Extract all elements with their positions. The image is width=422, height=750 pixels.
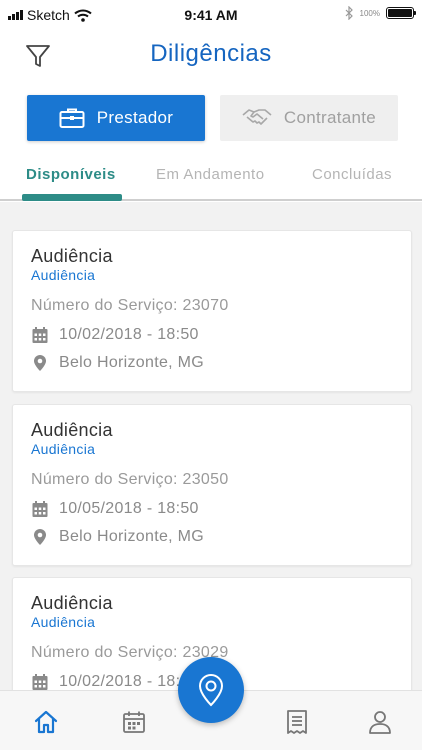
prestador-button[interactable]: Prestador (27, 95, 205, 141)
bluetooth-icon (345, 6, 353, 20)
card-title: Audiência (31, 420, 113, 440)
nav-home-button[interactable] (33, 709, 59, 735)
calendar-icon (123, 711, 145, 733)
nav-receipts-button[interactable] (284, 709, 310, 735)
status-bar: Sketch 9:41 AM 100% (0, 0, 422, 30)
battery-percent: 100% (359, 8, 380, 18)
tab-concluidas[interactable]: Concluídas (312, 166, 392, 183)
nav-calendar-button[interactable] (121, 709, 147, 735)
card-subtitle: Audiência (31, 614, 96, 630)
diligencias-list: Audiência Audiência Número do Serviço: 2… (0, 202, 422, 690)
diligencia-card[interactable]: Audiência Audiência Número do Serviço: 2… (12, 404, 412, 566)
receipt-icon (287, 710, 307, 734)
card-date-row: 10/02/2018 - 18:50 (31, 673, 199, 690)
card-datetime: 10/02/2018 - 18:50 (59, 326, 199, 343)
prestador-label: Prestador (96, 108, 174, 127)
contratante-button[interactable]: Contratante (220, 95, 398, 141)
card-subtitle: Audiência (31, 267, 96, 283)
tab-bar: Disponíveis Em Andamento Concluídas (0, 158, 422, 202)
contratante-label: Contratante (283, 108, 377, 127)
map-pin-icon (198, 673, 224, 707)
tab-disponiveis[interactable]: Disponíveis (26, 166, 116, 183)
battery-icon (386, 7, 416, 19)
location-pin-icon (31, 528, 49, 546)
card-datetime: 10/05/2018 - 18:50 (59, 500, 199, 517)
card-title: Audiência (31, 246, 113, 266)
card-subtitle: Audiência (31, 441, 96, 457)
card-title: Audiência (31, 593, 113, 613)
card-service-number: Número do Serviço: 23050 (31, 471, 229, 488)
calendar-icon (31, 673, 49, 690)
page-title: Diligências (150, 40, 272, 67)
header: Diligências Prestador Contratante Dispon… (0, 30, 422, 202)
home-icon (34, 710, 58, 734)
location-pin-icon (31, 354, 49, 372)
card-date-row: 10/02/2018 - 18:50 (31, 326, 199, 344)
tab-em-andamento[interactable]: Em Andamento (156, 166, 265, 183)
diligencia-card[interactable]: Audiência Audiência Número do Serviço: 2… (12, 230, 412, 392)
card-location: Belo Horizonte, MG (59, 354, 205, 371)
calendar-icon (31, 500, 49, 518)
briefcase-icon (59, 108, 85, 128)
status-right: 100% (344, 6, 416, 20)
nav-profile-button[interactable] (367, 709, 393, 735)
card-service-number: Número do Serviço: 23070 (31, 297, 229, 314)
handshake-icon (242, 109, 272, 125)
card-location-row: Belo Horizonte, MG (31, 354, 204, 372)
tab-active-indicator (22, 194, 122, 201)
map-fab-button[interactable] (178, 657, 244, 723)
user-icon (369, 711, 391, 734)
card-location: Belo Horizonte, MG (59, 528, 205, 545)
card-date-row: 10/05/2018 - 18:50 (31, 500, 199, 518)
calendar-icon (31, 326, 49, 344)
card-location-row: Belo Horizonte, MG (31, 528, 204, 546)
